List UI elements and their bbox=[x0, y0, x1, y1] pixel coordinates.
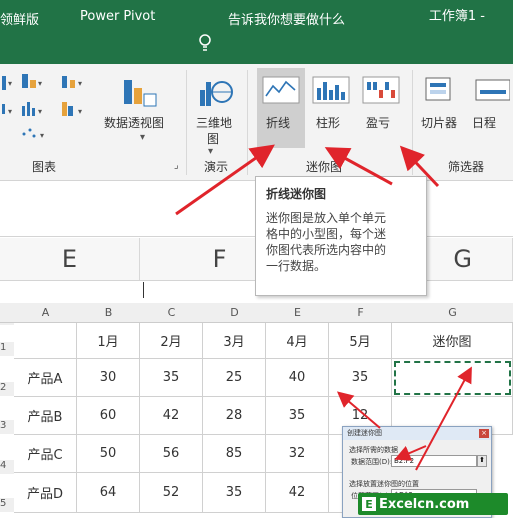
arrow-to-column bbox=[324, 147, 393, 186]
arrow-to-range-input bbox=[394, 445, 427, 461]
arrow-to-row-data bbox=[336, 391, 381, 429]
arrow-to-winloss bbox=[399, 145, 440, 188]
annotation-arrows bbox=[175, 144, 472, 471]
arrow-to-line bbox=[175, 144, 275, 216]
arrow-from-dialog bbox=[415, 366, 472, 471]
